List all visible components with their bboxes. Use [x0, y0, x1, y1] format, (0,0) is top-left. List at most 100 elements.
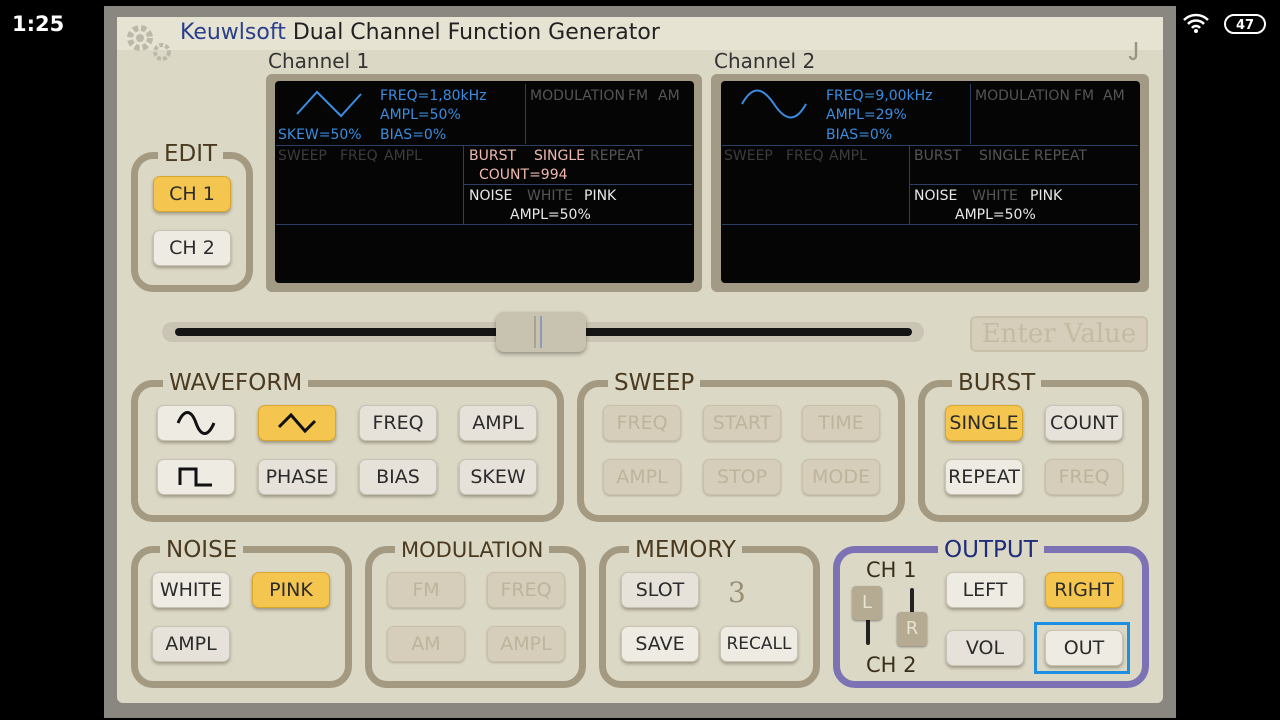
ch1-freq: FREQ=1,80kHz	[380, 88, 487, 104]
ch2-divider-h3	[722, 224, 1138, 225]
noise-pink-button[interactable]: PINK	[252, 572, 330, 608]
memory-save-button[interactable]: SAVE	[621, 626, 699, 662]
ch2-divider-v1	[970, 84, 971, 144]
sweep-stop-button[interactable]: STOP	[703, 459, 781, 495]
ch2-modulation: MODULATION	[975, 88, 1070, 104]
sweep-label: SWEEP	[608, 371, 701, 395]
ch2-am: AM	[1103, 88, 1125, 104]
burst-label: BURST	[952, 371, 1042, 395]
settings-gear-icon[interactable]	[122, 20, 176, 73]
memory-slot-button[interactable]: SLOT	[621, 572, 699, 608]
waveform-freq-button[interactable]: FREQ	[359, 405, 437, 441]
burst-single-button[interactable]: SINGLE	[945, 405, 1023, 441]
noise-ampl-button[interactable]: AMPL	[152, 626, 230, 662]
right-fader-thumb[interactable]: R	[897, 612, 927, 646]
channel-2-label: Channel 2	[714, 49, 816, 73]
waveform-group	[131, 380, 564, 522]
enter-value-button[interactable]: Enter Value	[970, 316, 1148, 352]
ch1-am: AM	[658, 88, 680, 104]
battery-indicator: 47	[1224, 14, 1266, 34]
edit-group	[131, 152, 253, 292]
ch2-fm: FM	[1074, 88, 1095, 104]
modulation-ampl-button[interactable]: AMPL	[487, 626, 565, 662]
ch1-sweep-ampl: AMPL	[384, 148, 422, 164]
ch2-burst-single: SINGLE	[979, 148, 1030, 164]
sweep-freq-button[interactable]: FREQ	[603, 405, 681, 441]
ch1-divider-h1	[276, 145, 692, 146]
burst-repeat-button[interactable]: REPEAT	[945, 459, 1023, 495]
ch2-bias: BIAS=0%	[826, 127, 893, 143]
ch1-skew: SKEW=50%	[278, 127, 362, 143]
burst-freq-button[interactable]: FREQ	[1045, 459, 1123, 495]
waveform-ampl-button[interactable]: AMPL	[459, 405, 537, 441]
ch2-ampl: AMPL=29%	[826, 107, 907, 123]
square-wave-button[interactable]	[157, 459, 235, 495]
output-ch2-label: CH 2	[866, 653, 917, 677]
info-icon[interactable]	[1128, 40, 1142, 66]
sweep-time-button[interactable]: TIME	[802, 405, 880, 441]
ch2-sweep-freq: FREQ	[786, 148, 824, 164]
waveform-label: WAVEFORM	[163, 371, 309, 395]
output-label: OUTPUT	[938, 538, 1044, 562]
edit-ch1-button[interactable]: CH 1	[153, 176, 231, 212]
waveform-skew-button[interactable]: SKEW	[459, 459, 537, 495]
modulation-freq-button[interactable]: FREQ	[487, 572, 565, 608]
ch2-divider-h1	[722, 145, 1138, 146]
output-out-button[interactable]: OUT	[1045, 630, 1123, 666]
modulation-group	[365, 546, 586, 688]
memory-slot-value: 3	[728, 576, 746, 609]
triangle-wave-button[interactable]	[258, 405, 336, 441]
left-fader-thumb[interactable]: L	[852, 586, 882, 620]
ch1-modulation: MODULATION	[530, 88, 625, 104]
ch1-sweep-freq: FREQ	[340, 148, 378, 164]
ch1-noise: NOISE	[469, 188, 513, 204]
ch1-divider-v1	[525, 84, 526, 144]
status-time: 1:25	[12, 12, 65, 36]
ch1-triangle-wave-icon	[295, 86, 363, 126]
ch1-burst: BURST	[469, 148, 517, 164]
edit-label: EDIT	[158, 142, 224, 166]
ch1-burst-single: SINGLE	[534, 148, 585, 164]
waveform-phase-button[interactable]: PHASE	[258, 459, 336, 495]
sweep-ampl-button[interactable]: AMPL	[603, 459, 681, 495]
sweep-start-button[interactable]: START	[703, 405, 781, 441]
value-slider-thumb[interactable]	[496, 312, 586, 352]
app-title: Keuwlsoft Dual Channel Function Generato…	[180, 20, 660, 45]
ch1-divider-h2	[464, 184, 692, 185]
memory-recall-button[interactable]: RECALL	[720, 626, 798, 662]
sweep-group	[577, 380, 905, 522]
memory-group	[599, 546, 820, 688]
burst-group	[918, 380, 1149, 522]
ch1-divider-v2	[463, 146, 464, 224]
ch2-sweep: SWEEP	[724, 148, 773, 164]
output-vol-button[interactable]: VOL	[946, 630, 1024, 666]
noise-white-button[interactable]: WHITE	[152, 572, 230, 608]
square-wave-icon	[178, 467, 212, 487]
waveform-bias-button[interactable]: BIAS	[359, 459, 437, 495]
output-right-button[interactable]: RIGHT	[1045, 572, 1123, 608]
ch2-noise-white: WHITE	[972, 188, 1018, 204]
edit-ch2-button[interactable]: CH 2	[153, 230, 231, 266]
noise-group	[131, 546, 352, 688]
sweep-mode-button[interactable]: MODE	[802, 459, 880, 495]
ch2-noise-ampl: AMPL=50%	[955, 207, 1036, 223]
ch2-burst: BURST	[914, 148, 962, 164]
modulation-am-button[interactable]: AM	[387, 626, 465, 662]
sine-wave-button[interactable]	[157, 405, 235, 441]
ch2-sweep-ampl: AMPL	[829, 148, 867, 164]
app-title-text: Dual Channel Function Generator	[292, 20, 660, 45]
burst-count-button[interactable]: COUNT	[1045, 405, 1123, 441]
ch1-ampl: AMPL=50%	[380, 107, 461, 123]
ch1-count: COUNT=994	[479, 167, 568, 183]
memory-label: MEMORY	[629, 538, 742, 562]
output-left-button[interactable]: LEFT	[946, 572, 1024, 608]
ch1-burst-repeat: REPEAT	[590, 148, 643, 164]
triangle-wave-icon	[277, 412, 317, 434]
modulation-fm-button[interactable]: FM	[387, 572, 465, 608]
ch1-noise-ampl: AMPL=50%	[510, 207, 591, 223]
ch1-sweep: SWEEP	[278, 148, 327, 164]
ch1-noise-white: WHITE	[527, 188, 573, 204]
ch1-divider-h3	[276, 224, 692, 225]
ch2-noise: NOISE	[914, 188, 958, 204]
ch1-fm: FM	[628, 88, 649, 104]
